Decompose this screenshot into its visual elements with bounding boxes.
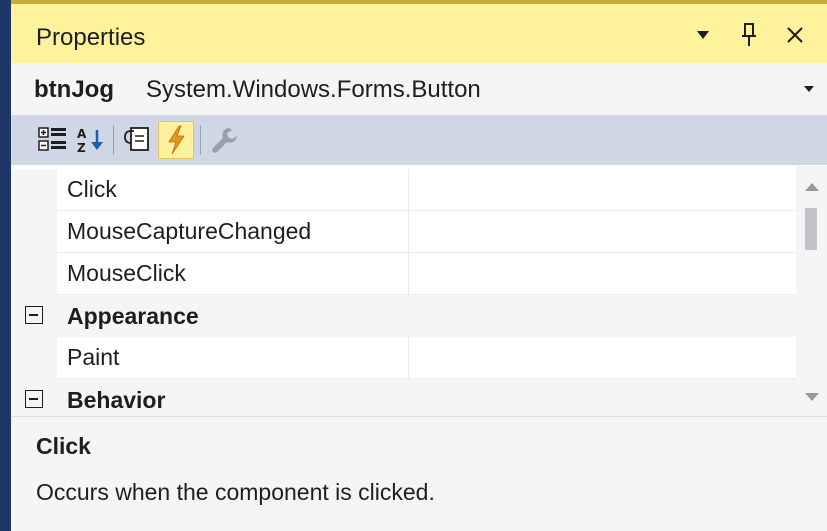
svg-text:Z: Z bbox=[77, 141, 86, 154]
scrollbar-thumb[interactable] bbox=[805, 208, 817, 250]
category-behavior[interactable]: Behavior bbox=[11, 379, 796, 416]
category-appearance[interactable]: Appearance bbox=[11, 295, 796, 337]
toolbar-separator bbox=[200, 125, 201, 155]
event-handler-value[interactable] bbox=[408, 211, 796, 253]
properties-panel: Properties btnJog System.Windows.Forms.B… bbox=[11, 0, 827, 531]
events-lightning-icon bbox=[168, 125, 185, 155]
event-name: Click bbox=[57, 169, 417, 211]
window-frame-edge bbox=[0, 0, 11, 531]
scroll-down-button[interactable] bbox=[802, 388, 822, 406]
property-pages-button[interactable] bbox=[206, 121, 242, 159]
event-name: MouseClick bbox=[57, 253, 417, 295]
event-handler-value[interactable] bbox=[408, 337, 796, 379]
alphabetical-icon: A Z bbox=[77, 127, 103, 154]
pin-icon bbox=[742, 23, 756, 46]
object-selector[interactable]: btnJog System.Windows.Forms.Button bbox=[11, 63, 827, 115]
close-icon bbox=[787, 27, 803, 43]
chevron-down-icon bbox=[804, 86, 814, 92]
events-button[interactable] bbox=[158, 121, 194, 159]
properties-toolbar: A Z bbox=[11, 115, 827, 165]
collapse-icon[interactable] bbox=[25, 390, 43, 408]
category-label: Appearance bbox=[67, 303, 199, 329]
event-name: MouseCaptureChanged bbox=[57, 211, 417, 253]
object-type: System.Windows.Forms.Button bbox=[146, 76, 481, 103]
vertical-scrollbar[interactable] bbox=[796, 166, 827, 416]
window-position-dropdown[interactable] bbox=[687, 18, 719, 52]
property-pages-wrench-icon bbox=[212, 128, 237, 153]
grid-row[interactable]: MouseClick bbox=[11, 253, 796, 295]
panel-title: Properties bbox=[36, 24, 146, 51]
description-title: Click bbox=[36, 433, 91, 459]
object-dropdown-button[interactable] bbox=[799, 75, 819, 103]
title-bar: Properties bbox=[11, 0, 827, 63]
event-handler-value[interactable] bbox=[408, 253, 796, 295]
scroll-up-icon bbox=[805, 183, 819, 191]
categorized-icon bbox=[38, 127, 66, 151]
collapse-icon[interactable] bbox=[25, 306, 43, 324]
categorized-button[interactable] bbox=[35, 121, 71, 159]
property-grid: Click MouseCaptureChanged MouseClick App… bbox=[11, 166, 796, 416]
pin-button[interactable] bbox=[733, 18, 765, 52]
event-handler-value[interactable] bbox=[408, 169, 796, 211]
svg-text:A: A bbox=[77, 127, 87, 141]
grid-row[interactable]: MouseCaptureChanged bbox=[11, 211, 796, 253]
event-name: Paint bbox=[57, 337, 417, 379]
alphabetical-button[interactable]: A Z bbox=[73, 121, 109, 159]
properties-page-icon bbox=[124, 127, 149, 151]
scroll-up-button[interactable] bbox=[802, 178, 822, 196]
close-button[interactable] bbox=[779, 18, 811, 52]
chevron-down-icon bbox=[697, 31, 709, 39]
grid-row[interactable]: Paint bbox=[11, 337, 796, 379]
properties-button[interactable] bbox=[119, 121, 155, 159]
object-name: btnJog bbox=[34, 76, 114, 103]
scroll-down-icon bbox=[805, 393, 819, 401]
description-pane: Click Occurs when the component is click… bbox=[11, 416, 827, 531]
toolbar-separator bbox=[113, 125, 114, 155]
category-label: Behavior bbox=[67, 387, 166, 413]
grid-row[interactable]: Click bbox=[11, 169, 796, 211]
description-text: Occurs when the component is clicked. bbox=[36, 479, 435, 505]
